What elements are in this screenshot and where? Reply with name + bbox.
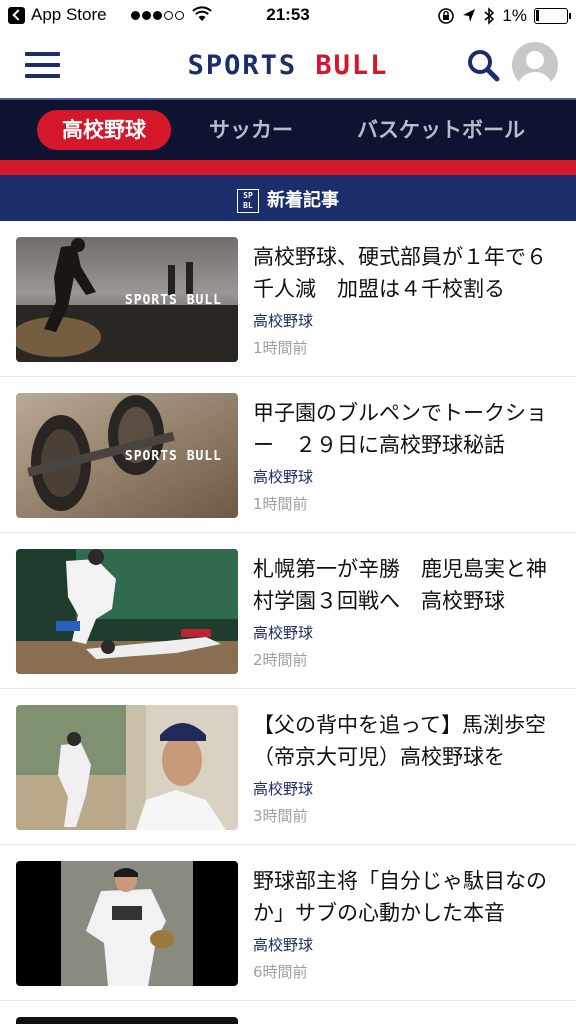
article-title[interactable]: 札幌第一が辛勝 鹿児島実と神村学園３回戦へ 高校野球: [253, 553, 559, 617]
article-time: 6時間前: [253, 963, 308, 981]
article-time: 2時間前: [253, 651, 308, 669]
status-bar: App Store 21:53 1%: [0, 0, 576, 32]
article-thumbnail: SPORTS BULL: [16, 237, 238, 362]
article-list: SPORTS BULL 高校野球、硬式部員が１年で６千人減 加盟は４千校割る 高…: [0, 221, 576, 1024]
spbl-logo-icon: SP BL: [237, 189, 259, 213]
section-title: 新着記事: [267, 190, 339, 211]
bluetooth-icon: [484, 7, 495, 25]
article-category[interactable]: 高校野球: [253, 622, 313, 643]
article-item[interactable]: SPORTS BULL 甲子園のブルペンでトークショー ２９日に高校野球秘話 高…: [0, 377, 576, 533]
thumbnail-watermark: SPORTS BULL: [124, 293, 222, 308]
article-title[interactable]: 【父の背中を追って】馬渕歩空（帝京大可児）高校野球を: [253, 709, 559, 773]
search-icon[interactable]: [466, 48, 500, 82]
article-thumbnail: [16, 1017, 238, 1024]
article-title[interactable]: 野球部主将「自分じゃ駄目なのか」サブの心動かした本音: [253, 865, 559, 929]
user-avatar-icon[interactable]: [512, 42, 558, 88]
article-title[interactable]: 甲子園のブルペンでトークショー ２９日に高校野球秘話: [253, 397, 559, 461]
article-category[interactable]: 高校野球: [253, 310, 313, 331]
article-item-partial[interactable]: [0, 1001, 576, 1024]
article-thumbnail: [16, 549, 238, 674]
thumbnail-watermark: SPORTS BULL: [124, 449, 222, 464]
battery-percent: 1%: [502, 6, 527, 25]
article-time: 1時間前: [253, 495, 308, 513]
article-item[interactable]: 【父の背中を追って】馬渕歩空（帝京大可児）高校野球を 高校野球 3時間前: [0, 689, 576, 845]
accent-strip: [0, 160, 576, 175]
article-thumbnail: [16, 705, 238, 830]
tab-soccer[interactable]: サッカー: [209, 110, 293, 150]
location-icon: [463, 9, 476, 22]
article-category[interactable]: 高校野球: [253, 934, 313, 955]
logo-sports: SPORTS: [187, 50, 298, 81]
article-thumbnail: [16, 861, 238, 986]
logo-bull: BULL: [315, 50, 389, 81]
article-time: 3時間前: [253, 807, 308, 825]
orientation-lock-icon: [438, 8, 455, 24]
article-thumbnail: SPORTS BULL: [16, 393, 238, 518]
tab-koukou-yakyuu[interactable]: 高校野球: [37, 110, 171, 150]
article-title[interactable]: 高校野球、硬式部員が１年で６千人減 加盟は４千校割る: [253, 241, 559, 305]
article-time: 1時間前: [253, 339, 308, 357]
article-item[interactable]: SPORTS BULL 高校野球、硬式部員が１年で６千人減 加盟は４千校割る 高…: [0, 221, 576, 377]
category-tabs: 高校野球 サッカー バスケットボール: [0, 98, 576, 160]
app-header: SPORTS BULL: [0, 32, 576, 98]
section-header: SP BL 新着記事: [0, 175, 576, 221]
article-item[interactable]: 札幌第一が辛勝 鹿児島実と神村学園３回戦へ 高校野球 高校野球 2時間前: [0, 533, 576, 689]
article-item[interactable]: 野球部主将「自分じゃ駄目なのか」サブの心動かした本音 高校野球 6時間前: [0, 845, 576, 1001]
battery-icon: [534, 8, 571, 24]
article-category[interactable]: 高校野球: [253, 466, 313, 487]
article-category[interactable]: 高校野球: [253, 778, 313, 799]
tab-basketball[interactable]: バスケットボール: [357, 110, 525, 150]
